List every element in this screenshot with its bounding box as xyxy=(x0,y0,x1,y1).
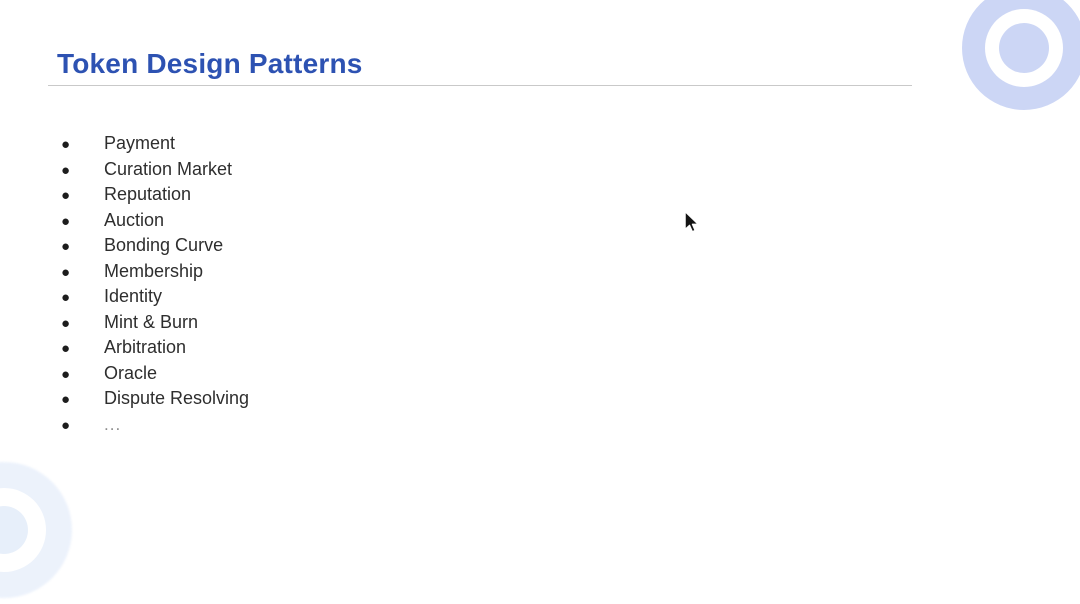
list-item: ● Payment xyxy=(61,131,249,157)
bullet-dot-icon: ● xyxy=(61,263,71,281)
list-item: ● Membership xyxy=(61,259,249,285)
arrow-pointer-icon xyxy=(684,211,699,233)
concentric-circles-icon-bl-inner xyxy=(0,506,28,554)
slide-canvas: Token Design Patterns ● Payment ● Curati… xyxy=(0,0,1080,604)
bullet-dot-icon: ● xyxy=(61,365,71,383)
list-item-label: Bonding Curve xyxy=(104,235,224,255)
list-item: ● Identity xyxy=(61,284,249,310)
bullet-dot-icon: ● xyxy=(61,289,71,306)
title-divider xyxy=(48,85,912,86)
list-item-label: Oracle xyxy=(104,362,158,383)
bullet-dot-icon: ● xyxy=(61,340,71,357)
list-item: ● Auction xyxy=(61,208,249,234)
bullet-dot-icon: ● xyxy=(61,391,71,408)
bullet-dot-icon: ● xyxy=(61,212,71,230)
list-item: ● Arbitration xyxy=(61,335,249,361)
concentric-circles-icon-bl-outer xyxy=(0,462,72,598)
concentric-circles-icon-inner xyxy=(999,23,1049,73)
list-item-label: Curation Market xyxy=(104,158,233,179)
bullet-dot-icon: ● xyxy=(61,161,71,179)
list-item-label: Arbitration xyxy=(104,337,187,357)
list-item-label: Payment xyxy=(104,133,176,153)
list-item-label: Reputation xyxy=(104,184,192,204)
list-item: ● Oracle xyxy=(61,361,249,387)
slide-title: Token Design Patterns xyxy=(57,48,363,79)
bullet-dot-icon: ● xyxy=(61,238,71,255)
list-item: ● ... xyxy=(61,412,249,438)
list-item: ● Curation Market xyxy=(61,157,249,183)
concentric-circles-icon-mid xyxy=(985,9,1063,87)
list-item: ● Bonding Curve xyxy=(61,233,249,259)
bullet-dot-icon: ● xyxy=(61,416,71,434)
list-item-label: Identity xyxy=(104,286,163,306)
list-item: ● Mint & Burn xyxy=(61,310,249,336)
concentric-circles-icon-outer xyxy=(962,0,1080,110)
list-item-label: Auction xyxy=(104,209,165,230)
bullet-dot-icon: ● xyxy=(61,314,71,332)
concentric-circles-icon-bl-mid xyxy=(0,488,46,572)
list-item-label: ... xyxy=(104,414,122,434)
list-item: ● Reputation xyxy=(61,182,249,208)
list-item-label: Mint & Burn xyxy=(104,311,199,332)
list-item: ● Dispute Resolving xyxy=(61,386,249,412)
pattern-list: ● Payment ● Curation Market ● Reputation… xyxy=(61,131,249,437)
bullet-dot-icon: ● xyxy=(61,136,71,153)
list-item-label: Membership xyxy=(104,260,204,281)
list-item-label: Dispute Resolving xyxy=(104,388,250,408)
bullet-dot-icon: ● xyxy=(61,187,71,204)
